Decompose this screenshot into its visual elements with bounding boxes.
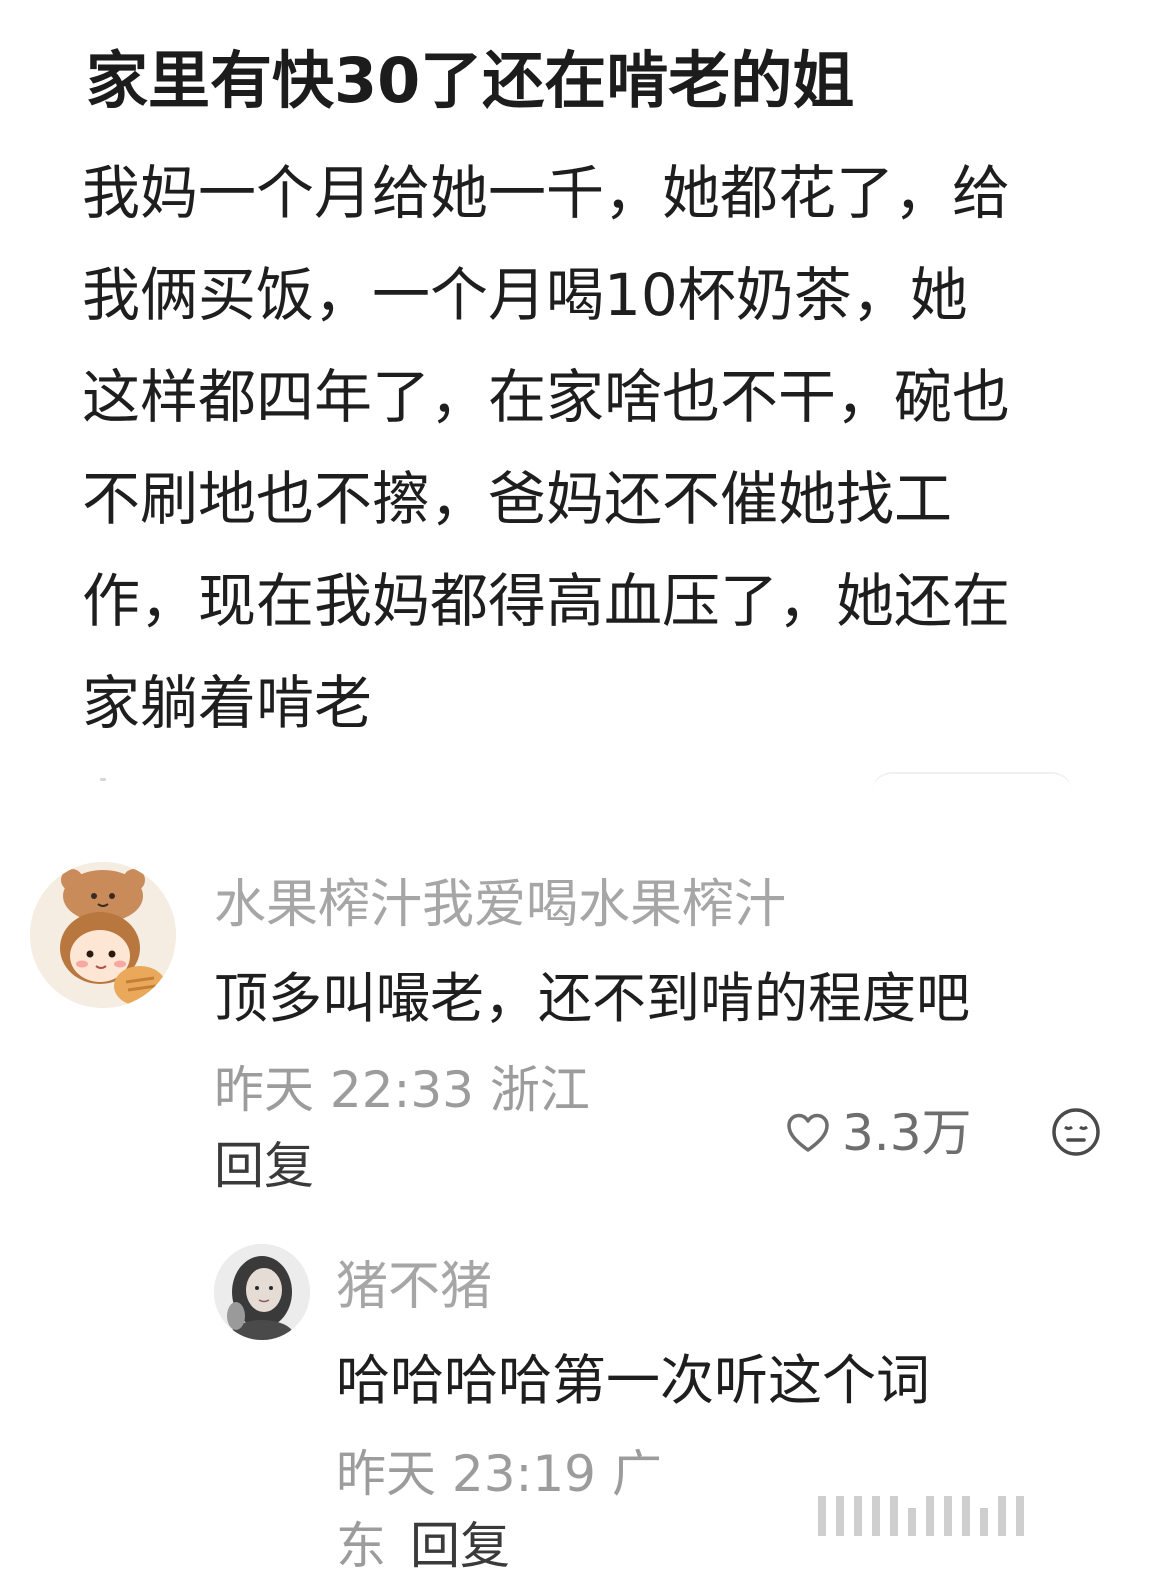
heart-outline-icon [787, 1113, 829, 1152]
comment-meta: 昨天 22:33 浙江 [214, 1061, 590, 1119]
commenter-avatar[interactable] [30, 862, 176, 1008]
watermark-bar [890, 1496, 898, 1536]
post-body-line: 我俩买饭，一个月喝10杯奶茶，她 [82, 261, 968, 329]
post-body: 我妈一个月给她一千，她都花了，给 我俩买饭，一个月喝10杯奶茶，她 这样都四年了… [82, 142, 1092, 754]
cartoon-girl-avatar-icon [30, 862, 176, 1008]
reply-meta-location: 东 [336, 1517, 386, 1575]
comment-text: 顶多叫嘬老，还不到啃的程度吧 [214, 967, 970, 1030]
watermark-bar [1016, 1496, 1024, 1536]
watermark-logo [818, 1496, 1034, 1536]
watermark-bar [818, 1496, 826, 1536]
woman-portrait-avatar-icon [214, 1244, 310, 1340]
post-body-line: 不刷地也不擦，爸妈还不催她找工 [82, 465, 953, 533]
watermark-bar [854, 1496, 862, 1536]
post-title: 家里有快30了还在啃老的姐 [86, 44, 855, 117]
watermark-bar [998, 1496, 1006, 1536]
post-body-line: 作，现在我妈都得高血压了，她还在 [82, 567, 1011, 635]
watermark-bar [926, 1496, 934, 1536]
meh-face-icon[interactable] [1050, 1106, 1102, 1158]
divider-pill [872, 772, 1072, 794]
watermark-bar [836, 1496, 844, 1536]
replier-username[interactable]: 猪不猪 [336, 1252, 492, 1322]
like-button[interactable]: 3.3万 [784, 1098, 972, 1168]
replier-avatar[interactable] [214, 1244, 310, 1340]
watermark-bar [908, 1508, 916, 1536]
watermark-bar [944, 1496, 952, 1536]
reply-meta-continued: 东回复 [336, 1512, 510, 1580]
divider [100, 778, 106, 781]
reply-reply-button[interactable]: 回复 [410, 1517, 510, 1575]
commenter-username[interactable]: 水果榨汁我爱喝水果榨汁 [214, 870, 786, 940]
post-body-line: 我妈一个月给她一千，她都花了，给 [82, 159, 1011, 227]
watermark-bar [872, 1496, 880, 1536]
watermark-bar [980, 1508, 988, 1536]
reply-meta: 昨天 23:19 广 [336, 1445, 662, 1503]
post-body-line: 这样都四年了，在家啥也不干，碗也 [82, 363, 1011, 431]
watermark-bar [962, 1496, 970, 1536]
comment-reply-button[interactable]: 回复 [214, 1132, 314, 1200]
post-body-line: 家躺着啃老 [82, 669, 373, 737]
reply-text: 哈哈哈哈第一次听这个词 [336, 1349, 930, 1412]
like-count: 3.3万 [842, 1104, 972, 1162]
